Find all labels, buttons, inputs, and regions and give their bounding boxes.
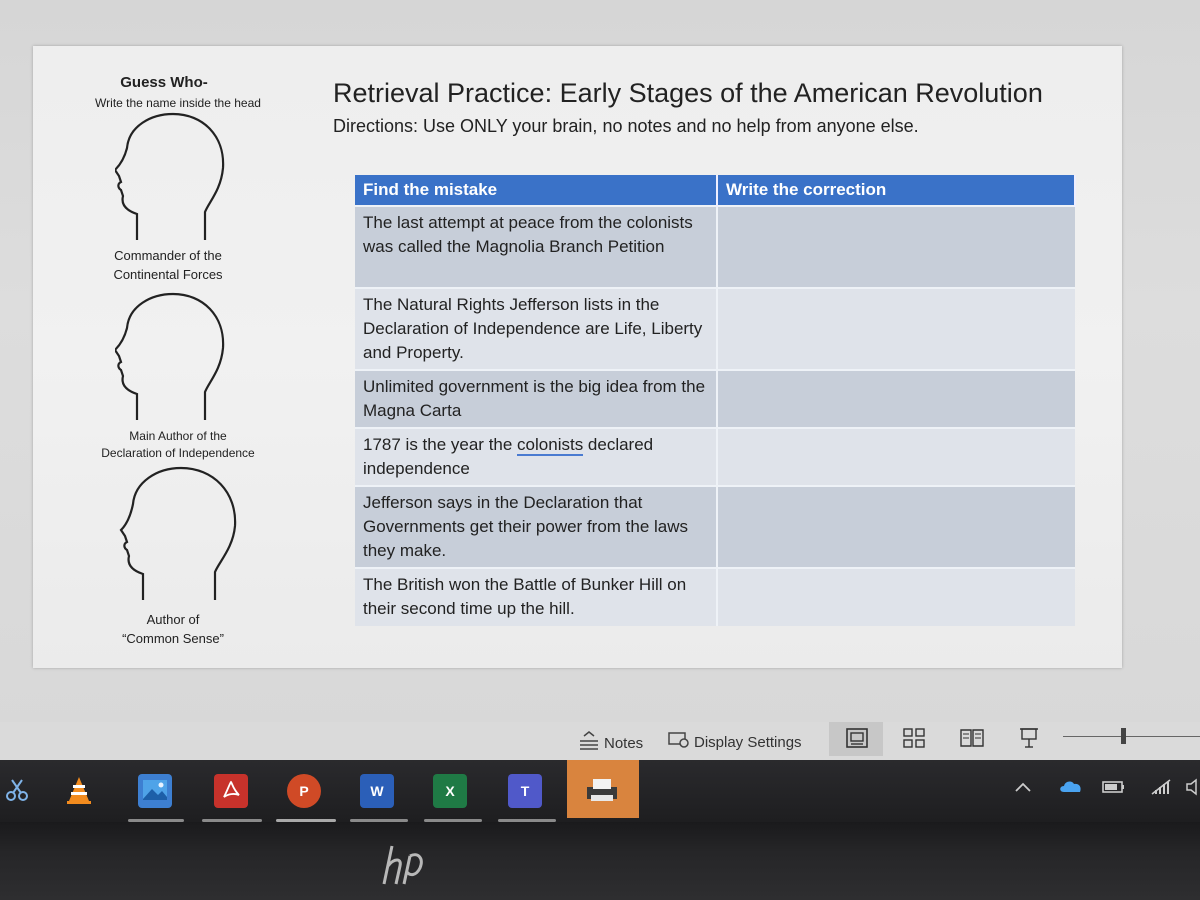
- taskbar-app-acrobat[interactable]: [214, 774, 248, 808]
- header-find-mistake: Find the mistake: [355, 175, 718, 206]
- correction-cell[interactable]: [716, 205, 1075, 288]
- mistake-text: 1787 is the year the: [363, 435, 518, 454]
- slide-title: Retrieval Practice: Early Stages of the …: [333, 78, 1043, 108]
- mistake-cell: Unlimited government is the big idea fro…: [355, 369, 717, 428]
- vlc-cone-icon: [65, 775, 93, 808]
- notes-button[interactable]: Notes: [578, 731, 643, 756]
- photos-icon: [142, 779, 168, 804]
- taskbar-app-word[interactable]: W: [360, 774, 394, 808]
- table-row: Unlimited government is the big idea fro…: [355, 369, 1075, 428]
- taskbar-app-photos[interactable]: [138, 774, 172, 808]
- display-settings-button[interactable]: Display Settings: [668, 731, 802, 754]
- onedrive-icon[interactable]: [1058, 778, 1084, 799]
- table-row: The British won the Battle of Bunker Hil…: [355, 567, 1075, 626]
- table-row: The Natural Rights Jefferson lists in th…: [355, 287, 1075, 370]
- slideshow-button[interactable]: [1019, 727, 1039, 754]
- battery-icon[interactable]: [1102, 778, 1126, 799]
- table-row: Jefferson says in the Declaration that G…: [355, 485, 1075, 568]
- normal-view-button[interactable]: [846, 728, 868, 753]
- notes-icon: [578, 731, 600, 756]
- correction-cell[interactable]: [716, 369, 1075, 428]
- taskbar-app-excel[interactable]: X: [433, 774, 467, 808]
- mistake-cell: The Natural Rights Jefferson lists in th…: [355, 287, 717, 370]
- taskbar-app-snipping[interactable]: [0, 774, 34, 808]
- correction-cell[interactable]: [716, 427, 1075, 486]
- taskbar-app-printer[interactable]: [585, 774, 619, 808]
- head-label-common-sense: Author of “Common Sense”: [122, 612, 224, 646]
- zoom-slider-track[interactable]: [1063, 736, 1200, 737]
- reading-view-icon: [960, 728, 984, 753]
- guess-who-subtitle: Write the name inside the head: [95, 96, 261, 110]
- head-silhouette-icon: [119, 466, 239, 602]
- head-label-declaration-author: Main Author of the Declaration of Indepe…: [101, 429, 255, 460]
- taskbar-app-vlc[interactable]: [62, 774, 96, 808]
- correction-cell[interactable]: [716, 485, 1075, 568]
- hp-logo: [380, 838, 430, 897]
- chevron-up-icon[interactable]: [1014, 778, 1032, 799]
- table-header-row: Find the mistake Write the correction: [355, 175, 1076, 206]
- mistake-cell: The last attempt at peace from the colon…: [355, 205, 717, 288]
- slide[interactable]: Guess Who- Write the name inside the hea…: [33, 46, 1122, 668]
- taskbar-app-teams[interactable]: T: [508, 774, 542, 808]
- correction-cell[interactable]: [716, 287, 1075, 370]
- display-settings-label: Display Settings: [694, 734, 802, 751]
- taskbar-app-powerpoint[interactable]: P: [287, 774, 321, 808]
- zoom-slider-thumb[interactable]: [1121, 728, 1126, 744]
- correction-cell[interactable]: [716, 567, 1075, 626]
- mistake-cell: The British won the Battle of Bunker Hil…: [355, 567, 717, 626]
- slide-directions: Directions: Use ONLY your brain, no note…: [333, 116, 919, 136]
- header-write-correction: Write the correction: [717, 175, 1076, 206]
- printer-icon: [585, 777, 619, 806]
- wifi-icon[interactable]: [1150, 778, 1172, 801]
- word-icon: W: [370, 783, 384, 799]
- notes-label: Notes: [604, 735, 644, 752]
- status-bar: Notes Display Settings: [0, 722, 1200, 760]
- taskbar: P W X T: [0, 760, 1200, 822]
- slide-sorter-button[interactable]: [903, 728, 925, 753]
- head-label-commander: Commander of the Continental Forces: [113, 248, 223, 282]
- mistakes-table: Find the mistake Write the correction Th…: [355, 175, 1076, 626]
- guess-who-title: Guess Who-: [120, 74, 208, 91]
- table-row: 1787 is the year the colonists declared …: [355, 427, 1075, 486]
- slide-sorter-icon: [903, 728, 925, 753]
- excel-icon: X: [445, 783, 455, 799]
- normal-view-icon: [846, 728, 868, 753]
- table-row: The last attempt at peace from the colon…: [355, 205, 1075, 288]
- monitor-bezel: [0, 822, 1200, 900]
- volume-icon[interactable]: [1186, 778, 1200, 801]
- head-silhouette-icon: [115, 112, 227, 242]
- acrobat-icon: [220, 779, 242, 804]
- head-silhouette-icon: [115, 292, 227, 422]
- display-settings-icon: [668, 731, 690, 754]
- teams-icon: T: [520, 783, 530, 799]
- slideshow-icon: [1019, 727, 1039, 754]
- reading-view-button[interactable]: [960, 728, 984, 753]
- scissors-icon: [4, 777, 30, 806]
- mistake-cell: Jefferson says in the Declaration that G…: [355, 485, 717, 568]
- spellcheck-flagged-word: colonists: [517, 435, 584, 456]
- mistake-cell: 1787 is the year the colonists declared …: [355, 427, 717, 486]
- powerpoint-icon: P: [299, 783, 309, 799]
